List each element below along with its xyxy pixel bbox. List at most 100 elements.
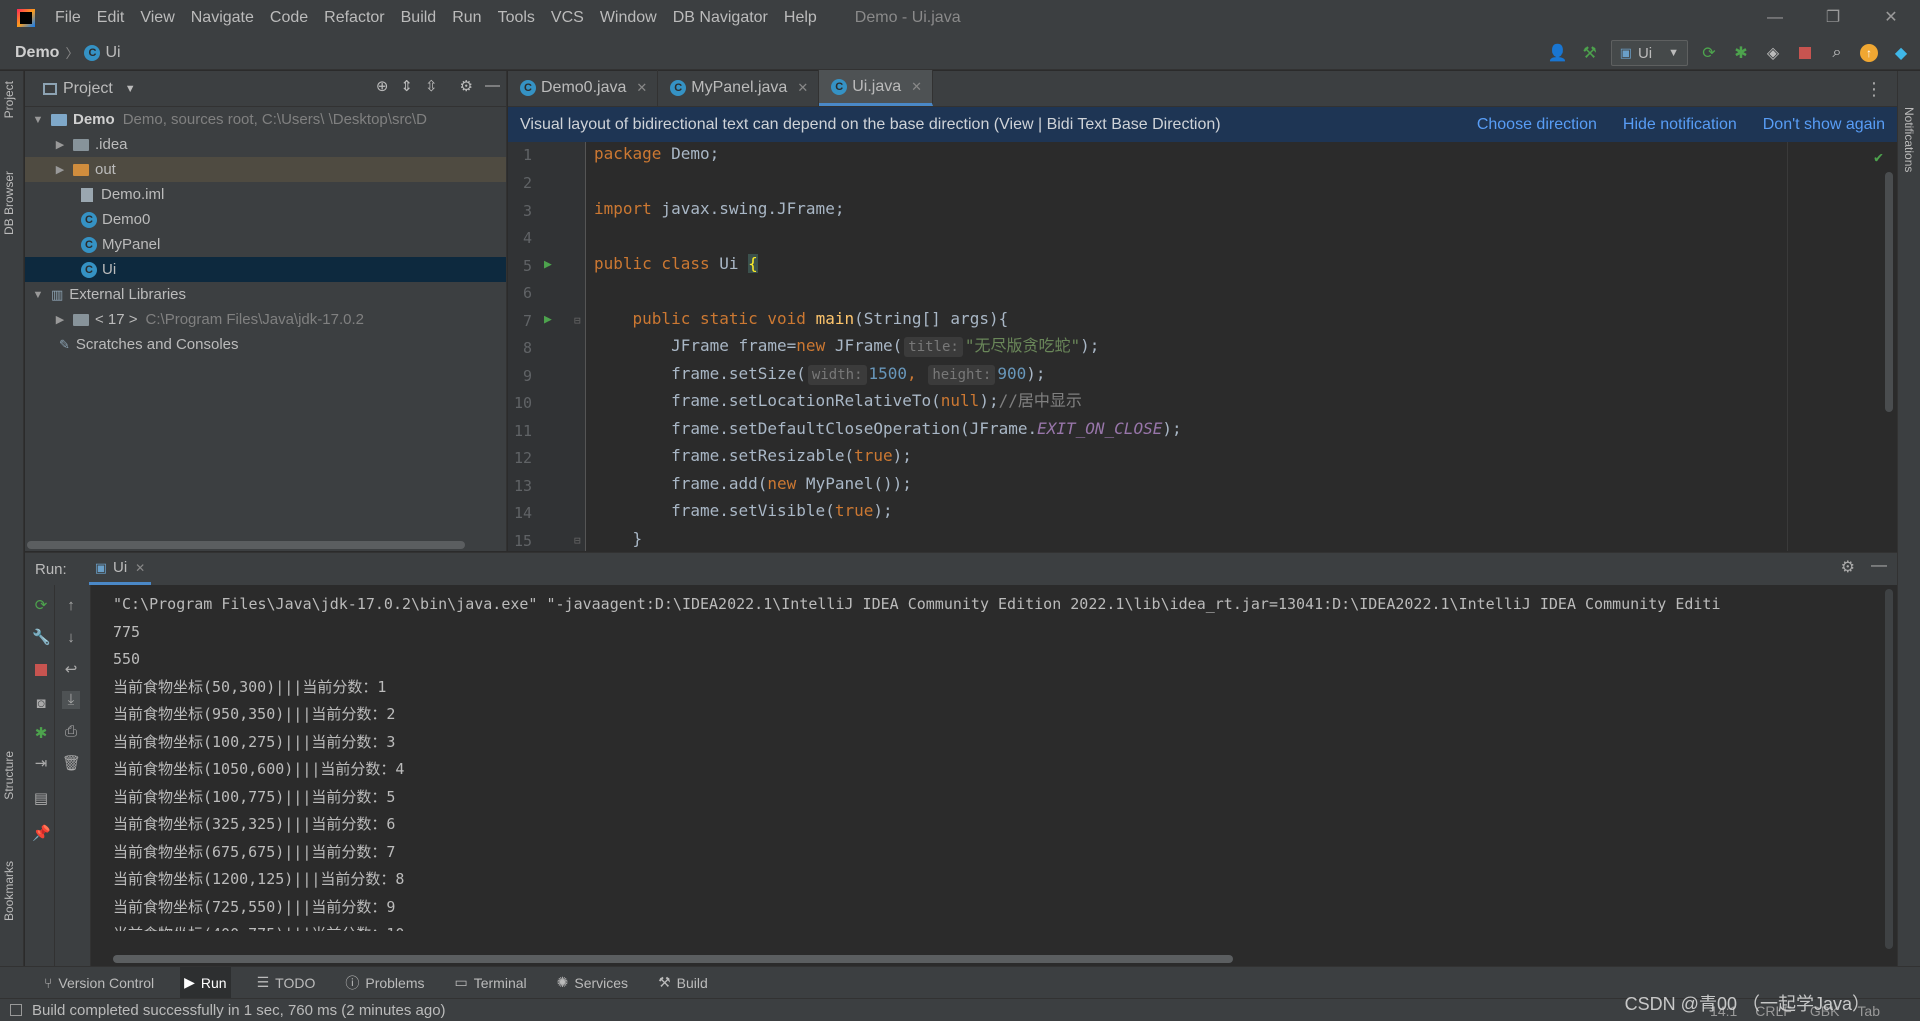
code-with-me-icon[interactable]: ◆ bbox=[1890, 42, 1912, 64]
breadcrumb-project[interactable]: Demo bbox=[15, 44, 59, 62]
menu-window[interactable]: Window bbox=[592, 0, 665, 36]
search-icon[interactable]: ⌕ bbox=[1826, 42, 1848, 64]
status-square-icon[interactable] bbox=[10, 1004, 22, 1016]
coverage-icon[interactable]: ◈ bbox=[1762, 42, 1784, 64]
horizontal-scrollbar[interactable] bbox=[27, 541, 465, 549]
structure-tool-tab[interactable]: Structure bbox=[2, 751, 16, 800]
menu-vcs[interactable]: VCS bbox=[543, 0, 592, 36]
close-icon[interactable]: ✕ bbox=[135, 561, 145, 575]
project-panel-title[interactable]: Project bbox=[63, 80, 113, 98]
horizontal-scrollbar[interactable] bbox=[113, 955, 1233, 963]
tree-item-idea[interactable]: ▶ .idea bbox=[25, 132, 506, 157]
rerun-icon[interactable]: ⟳ bbox=[1698, 42, 1720, 64]
hide-notification-link[interactable]: Hide notification bbox=[1623, 116, 1737, 134]
menu-tools[interactable]: Tools bbox=[490, 0, 543, 36]
update-icon[interactable]: ↑ bbox=[1858, 42, 1880, 64]
chevron-right-icon[interactable]: ▶ bbox=[53, 163, 67, 176]
bookmarks-tool-tab[interactable]: Bookmarks bbox=[2, 861, 16, 921]
tab-demo0[interactable]: C Demo0.java ✕ bbox=[508, 70, 659, 106]
breadcrumb-file[interactable]: Ui bbox=[105, 44, 120, 62]
chevron-down-icon[interactable]: ▼ bbox=[31, 289, 45, 301]
menu-code[interactable]: Code bbox=[262, 0, 316, 36]
tab-todo[interactable]: ☰ TODO bbox=[253, 967, 320, 999]
gear-icon[interactable]: ⚙ bbox=[460, 77, 473, 95]
tab-build[interactable]: ⚒ Build bbox=[654, 967, 712, 999]
chevron-right-icon[interactable]: ▶ bbox=[53, 138, 67, 151]
tree-item-external-libraries[interactable]: ▼ ▥ External Libraries bbox=[25, 282, 506, 307]
tab-problems[interactable]: ⓘ Problems bbox=[341, 967, 428, 999]
menu-edit[interactable]: Edit bbox=[89, 0, 133, 36]
run-tab-ui[interactable]: ▣ Ui ✕ bbox=[88, 553, 152, 585]
collapse-all-icon[interactable]: ⇳ bbox=[425, 77, 438, 95]
arrow-up-icon[interactable]: ↑ bbox=[62, 597, 80, 615]
tree-item-demo-iml[interactable]: Demo.iml bbox=[25, 182, 506, 207]
tab-run[interactable]: ▶ Run bbox=[180, 966, 231, 999]
console-output[interactable]: "C:\Program Files\Java\jdk-17.0.2\bin\ja… bbox=[113, 591, 1883, 931]
run-gutter-icon[interactable]: ▶ bbox=[544, 312, 552, 327]
print-icon[interactable]: ⎙ bbox=[62, 723, 80, 741]
debug-icon[interactable]: ✱ bbox=[32, 725, 50, 743]
trash-icon[interactable]: 🗑 bbox=[62, 755, 81, 773]
notifications-tool-tab[interactable]: Notifications bbox=[1902, 107, 1916, 172]
hide-panel-icon[interactable]: — bbox=[1871, 557, 1887, 577]
pin-icon[interactable]: 📌 bbox=[32, 825, 51, 843]
fold-icon[interactable]: ⊟ bbox=[574, 534, 581, 547]
close-icon[interactable]: ✕ bbox=[636, 80, 647, 96]
arrow-down-icon[interactable]: ↓ bbox=[62, 629, 80, 647]
tree-item-scratches[interactable]: ✎ Scratches and Consoles bbox=[25, 332, 506, 357]
menu-file[interactable]: File bbox=[47, 0, 89, 36]
restore-icon[interactable]: ❐ bbox=[1804, 0, 1862, 36]
rerun-icon[interactable]: ⟳ bbox=[32, 597, 50, 615]
camera-icon[interactable]: ◙ bbox=[32, 695, 50, 713]
wrench-icon[interactable]: 🔧 bbox=[32, 629, 51, 647]
stop-icon[interactable] bbox=[1794, 42, 1816, 64]
tree-item-mypanel[interactable]: C MyPanel bbox=[25, 232, 506, 257]
minimize-icon[interactable]: — bbox=[1746, 0, 1804, 36]
chevron-right-icon[interactable]: ▶ bbox=[53, 313, 67, 326]
tree-item-out[interactable]: ▶ out bbox=[25, 157, 506, 182]
menu-refactor[interactable]: Refactor bbox=[316, 0, 392, 36]
chevron-down-icon[interactable]: ▼ bbox=[125, 83, 136, 95]
menu-navigate[interactable]: Navigate bbox=[183, 0, 262, 36]
fold-icon[interactable]: ⊟ bbox=[574, 314, 581, 327]
locate-icon[interactable]: ⊕ bbox=[376, 77, 389, 95]
more-vertical-icon[interactable]: ⋮ bbox=[1865, 79, 1883, 100]
vertical-scrollbar[interactable] bbox=[1885, 172, 1893, 412]
tab-mypanel[interactable]: C MyPanel.java ✕ bbox=[658, 70, 820, 106]
run-gutter-icon[interactable]: ▶ bbox=[544, 257, 552, 272]
tab-ui[interactable]: C Ui.java ✕ bbox=[819, 70, 934, 106]
chevron-down-icon[interactable]: ▼ bbox=[31, 114, 45, 126]
menu-view[interactable]: View bbox=[132, 0, 182, 36]
scroll-to-end-icon[interactable]: ⤓ bbox=[62, 691, 80, 709]
tree-item-demo[interactable]: ▼ Demo Demo, sources root, C:\Users\ \De… bbox=[25, 107, 506, 132]
close-icon[interactable]: ✕ bbox=[1862, 0, 1920, 36]
layout-icon[interactable]: ▤ bbox=[32, 790, 50, 808]
dont-show-again-link[interactable]: Don't show again bbox=[1763, 116, 1885, 134]
soft-wrap-icon[interactable]: ↩ bbox=[62, 661, 80, 679]
vertical-scrollbar[interactable] bbox=[1885, 589, 1893, 949]
menu-run[interactable]: Run bbox=[444, 0, 489, 36]
build-hammer-icon[interactable]: ⚒ bbox=[1579, 42, 1601, 64]
stop-icon[interactable] bbox=[32, 663, 50, 681]
menu-help[interactable]: Help bbox=[776, 0, 825, 36]
expand-all-icon[interactable]: ⇕ bbox=[400, 77, 413, 95]
hide-panel-icon[interactable]: — bbox=[485, 77, 500, 95]
tree-item-demo0[interactable]: C Demo0 bbox=[25, 207, 506, 232]
user-icon[interactable]: 👤 bbox=[1547, 42, 1569, 64]
gear-icon[interactable]: ⚙ bbox=[1841, 557, 1855, 577]
menu-build[interactable]: Build bbox=[393, 0, 445, 36]
tree-item-ui[interactable]: C Ui bbox=[25, 257, 506, 282]
tab-version-control[interactable]: ⑂ Version Control bbox=[40, 967, 158, 999]
no-problems-check-icon[interactable]: ✔ bbox=[1874, 148, 1883, 166]
exit-icon[interactable]: ⇥ bbox=[32, 755, 50, 773]
run-config-selector[interactable]: ▣ Ui ▼ bbox=[1610, 40, 1688, 66]
status-message[interactable]: Build completed successfully in 1 sec, 7… bbox=[32, 1002, 446, 1019]
code-editor[interactable]: 1 2 3 4 5 6 7 8 9 10 11 12 13 14 15 ▶ ▶ … bbox=[508, 142, 1897, 551]
debug-icon[interactable]: ✱ bbox=[1730, 42, 1752, 64]
tree-item-jdk[interactable]: ▶ < 17 > C:\Program Files\Java\jdk-17.0.… bbox=[25, 307, 506, 332]
choose-direction-link[interactable]: Choose direction bbox=[1477, 116, 1597, 134]
tab-terminal[interactable]: ▭ Terminal bbox=[451, 967, 531, 999]
project-tool-tab[interactable]: Project bbox=[2, 81, 16, 118]
db-browser-tool-tab[interactable]: DB Browser bbox=[2, 171, 16, 235]
menu-db-navigator[interactable]: DB Navigator bbox=[665, 0, 776, 36]
